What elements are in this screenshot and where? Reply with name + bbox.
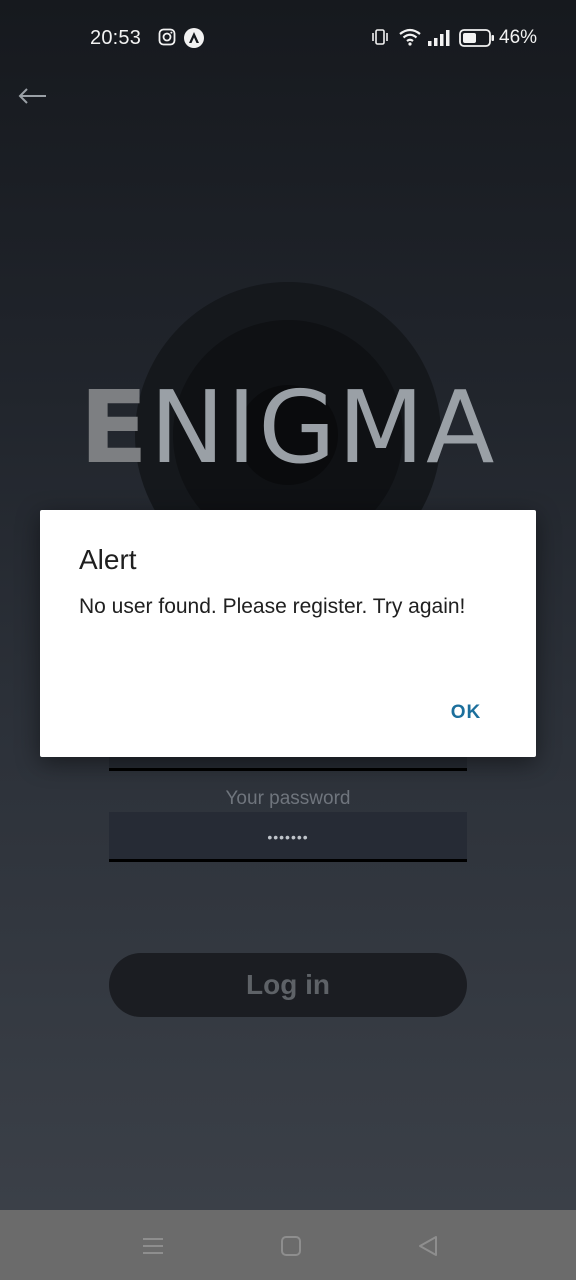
login-screen: 20:53 46% ENIGMA Your password ••••••• L… [0, 0, 576, 1210]
back-icon [419, 1236, 437, 1256]
menu-icon [143, 1238, 163, 1254]
dialog-message: No user found. Please register. Try agai… [79, 595, 466, 618]
navigation-bar [0, 1210, 576, 1280]
dialog-title: Alert [79, 544, 137, 575]
alert-dialog: Alert No user found. Please register. Tr… [40, 510, 536, 757]
nav-back-button[interactable] [414, 1232, 442, 1260]
nav-menu-button[interactable] [139, 1232, 167, 1260]
ok-button[interactable]: OK [440, 696, 492, 730]
nav-home-button[interactable] [277, 1232, 305, 1260]
home-icon [281, 1236, 301, 1256]
